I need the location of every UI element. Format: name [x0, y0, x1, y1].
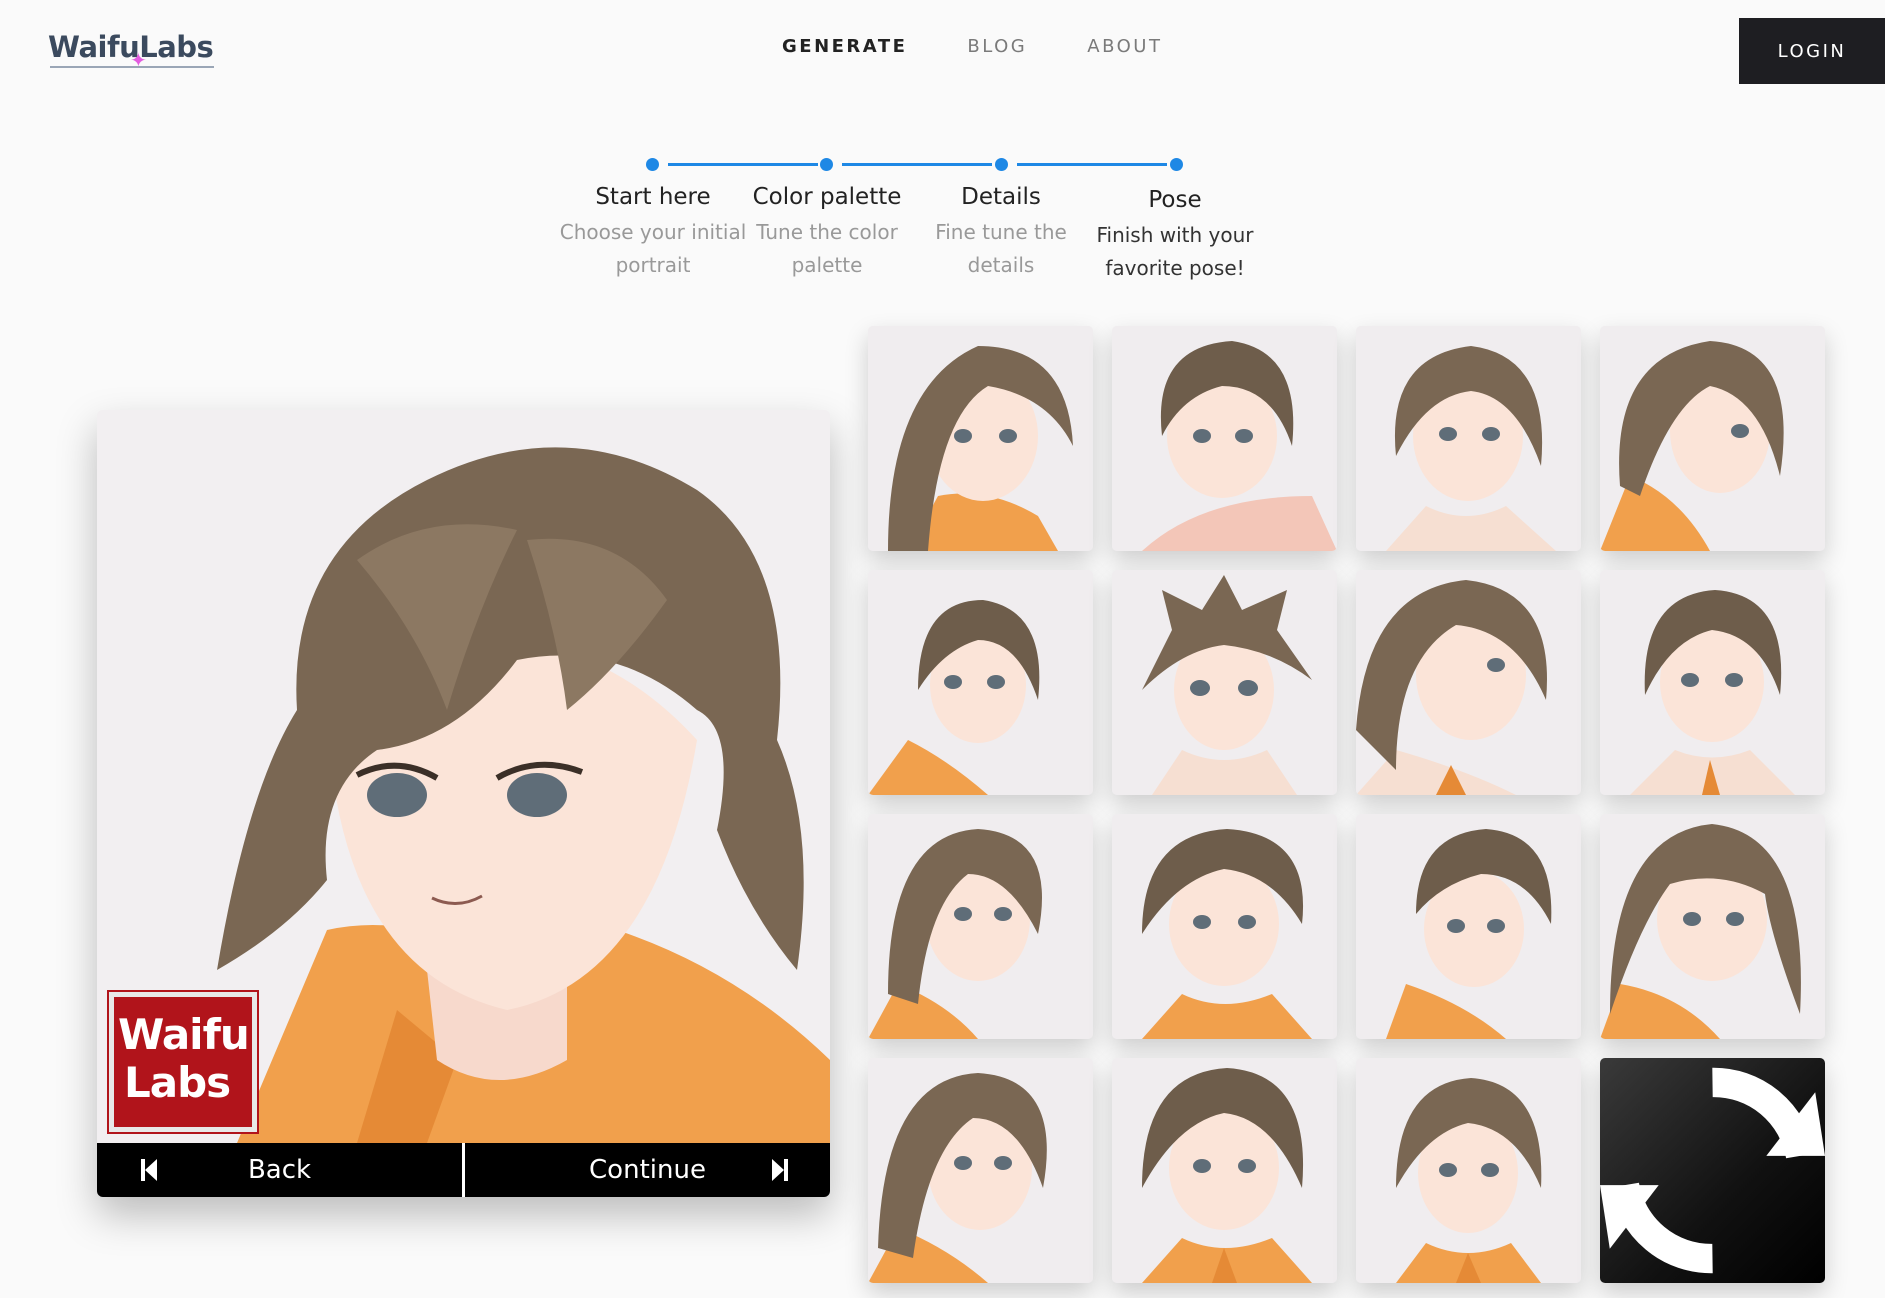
main-nav: GENERATE BLOG ABOUT [782, 36, 1162, 57]
progress-stepper: Start here Choose your initial portrait … [540, 150, 1300, 300]
step-desc-line2: favorite pose! [1105, 256, 1245, 280]
portrait-option[interactable] [1600, 814, 1825, 1039]
sparkle-icon: ✦ [130, 48, 147, 72]
watermark-line2: Labs [124, 1058, 231, 1107]
step-line-2 [842, 163, 992, 166]
step-dot-4 [1170, 158, 1183, 171]
selected-portrait-card: Waifu Labs Back Continue [97, 410, 830, 1197]
logo-underline [50, 66, 214, 68]
continue-button[interactable]: Continue [465, 1143, 830, 1197]
portrait-option[interactable] [868, 570, 1093, 795]
portrait-option[interactable] [1112, 1058, 1337, 1283]
skip-back-icon [141, 1159, 157, 1181]
step-title: Pose [1148, 187, 1202, 213]
portrait-option[interactable] [1356, 570, 1581, 795]
nav-blog[interactable]: BLOG [967, 36, 1027, 57]
continue-label: Continue [589, 1155, 706, 1185]
portrait-option[interactable] [1600, 326, 1825, 551]
watermark-line1: Waifu [118, 1010, 250, 1059]
portrait-option[interactable] [1112, 570, 1337, 795]
step-pose: Pose Finish with your favorite pose! [1070, 184, 1280, 285]
portrait-option[interactable] [868, 1058, 1093, 1283]
pose-options-grid [868, 326, 1825, 1283]
portrait-option[interactable] [868, 326, 1093, 551]
portrait-option[interactable] [1356, 814, 1581, 1039]
step-dot-3 [995, 158, 1008, 171]
refresh-icon [1600, 1067, 1825, 1274]
portrait-option[interactable] [868, 814, 1093, 1039]
nav-about[interactable]: ABOUT [1087, 36, 1162, 57]
portrait-option[interactable] [1112, 326, 1337, 551]
regenerate-button[interactable] [1600, 1058, 1825, 1283]
portrait-option[interactable] [1112, 814, 1337, 1039]
skip-forward-icon [772, 1159, 788, 1181]
portrait-option[interactable] [1356, 326, 1581, 551]
step-dot-2 [820, 158, 833, 171]
preview-nav-bar: Back Continue [97, 1143, 830, 1197]
step-line-1 [668, 163, 818, 166]
step-dot-1 [646, 158, 659, 171]
waifulabs-watermark-logo: Waifu Labs [107, 990, 259, 1134]
login-button[interactable]: LOGIN [1739, 18, 1885, 84]
step-desc-line1: Finish with your [1096, 223, 1254, 247]
logo[interactable]: WaifuLabs ✦ [48, 30, 218, 72]
back-button[interactable]: Back [97, 1143, 465, 1197]
portrait-option[interactable] [1600, 570, 1825, 795]
nav-generate[interactable]: GENERATE [782, 36, 907, 57]
portrait-option[interactable] [1356, 1058, 1581, 1283]
step-line-3 [1017, 163, 1167, 166]
back-label: Back [247, 1155, 312, 1185]
